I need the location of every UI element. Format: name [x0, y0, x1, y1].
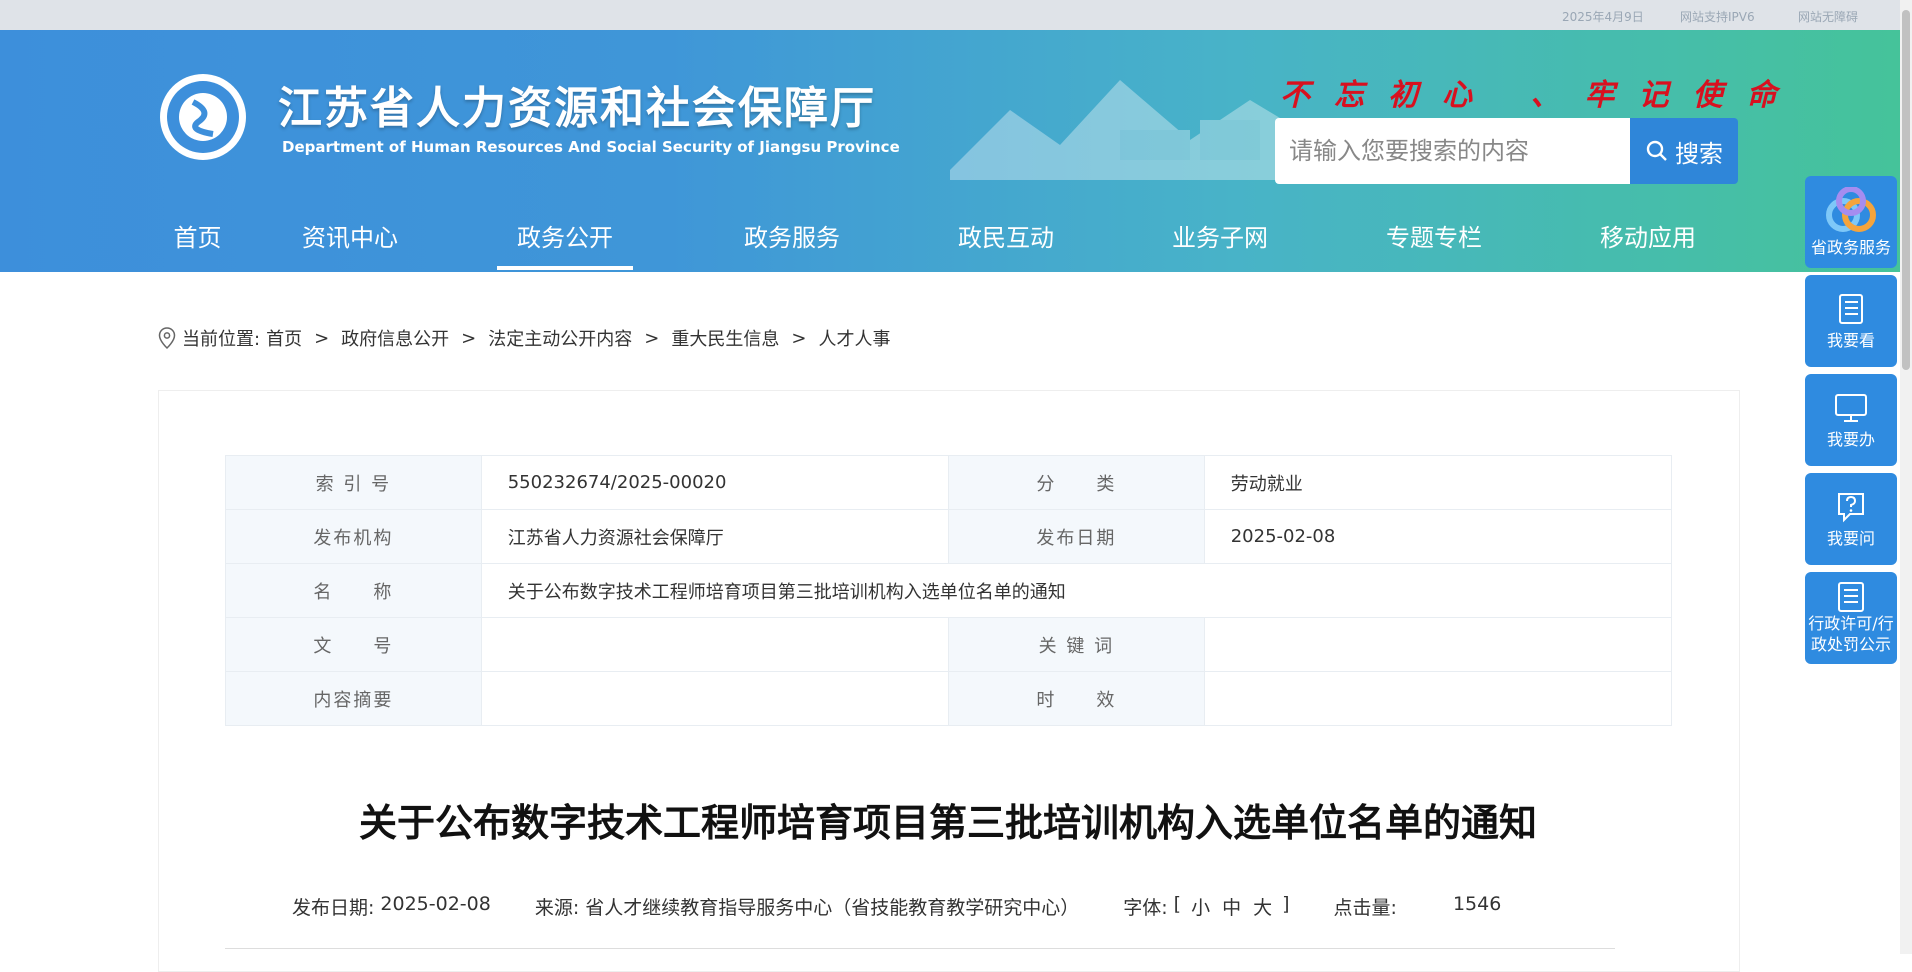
site-subtitle: Department of Human Resources And Social… — [282, 138, 900, 156]
table-row: 名 称 关于公布数字技术工程师培育项目第三批培训机构入选单位名单的通知 — [225, 563, 1673, 618]
page-scrollbar-thumb[interactable] — [1902, 10, 1910, 370]
font-medium-button[interactable]: 中 — [1222, 893, 1241, 920]
slogan: 不忘初心 、牢记使命 — [1280, 78, 1801, 113]
department-logo[interactable] — [158, 72, 248, 162]
article-info: 发布日期: 2025-02-08 来源: 省人才继续教育指导服务中心（省技能教育… — [292, 893, 1501, 920]
breadcrumb-separator: > — [644, 327, 660, 349]
name-value: 关于公布数字技术工程师培育项目第三批培训机构入选单位名单的通知 — [480, 563, 1673, 618]
category-value: 劳动就业 — [1203, 455, 1673, 510]
doc-number-value — [480, 617, 949, 672]
nav-sub-sites[interactable]: 业务子网 — [1113, 198, 1327, 272]
floating-toolbar: 省政务服务 我要看 我要办 我要问 行政许可/行 政处罚公示 — [1805, 176, 1897, 671]
summary-value — [480, 671, 949, 726]
keywords-label: 关 键 词 — [947, 617, 1205, 672]
gov-service-logo-icon — [1826, 186, 1876, 232]
admin-license-label-line1: 行政许可/行 — [1808, 614, 1894, 633]
nav-government-services[interactable]: 政务服务 — [685, 198, 899, 272]
doc-number-label: 文 号 — [225, 617, 482, 672]
ask-label: 我要问 — [1826, 528, 1875, 548]
nav-home[interactable]: 首页 — [140, 198, 255, 272]
nav-interaction[interactable]: 政民互动 — [899, 198, 1113, 272]
gov-service-label: 省政务服务 — [1810, 237, 1891, 257]
article-source-value: 省人才继续教育指导服务中心（省技能教育教学研究中心） — [585, 897, 1080, 919]
font-size-label: 字体: — [1123, 897, 1168, 919]
book-icon — [1839, 293, 1863, 324]
breadcrumb-talent[interactable]: 人才人事 — [818, 325, 890, 351]
keywords-value — [1203, 617, 1673, 672]
views-label: 点击量: — [1333, 897, 1397, 919]
table-row: 索 引 号 550232674/2025-00020 分 类 劳动就业 — [225, 455, 1673, 510]
nav-sub-sites-label: 业务子网 — [1172, 223, 1268, 252]
summary-label: 内容摘要 — [225, 671, 482, 726]
location-pin-icon — [158, 327, 176, 349]
nav-government-affairs[interactable]: 政务公开 — [445, 198, 685, 272]
breadcrumb-separator: > — [461, 327, 477, 349]
main-nav: 首页 资讯中心 政务公开 政务服务 政民互动 业务子网 专题专栏 移动应用 — [140, 198, 1755, 272]
do-button[interactable]: 我要办 — [1805, 374, 1897, 466]
search-button[interactable]: 搜索 — [1630, 118, 1738, 184]
admin-license-penalty-button[interactable]: 行政许可/行 政处罚公示 — [1805, 572, 1897, 664]
nav-mobile-apps-label: 移动应用 — [1600, 223, 1696, 252]
ask-button[interactable]: 我要问 — [1805, 473, 1897, 565]
breadcrumb-gov-info[interactable]: 政府信息公开 — [341, 325, 449, 351]
monitor-icon — [1835, 393, 1867, 422]
validity-value — [1203, 671, 1673, 726]
provincial-gov-service-button[interactable]: 省政务服务 — [1805, 176, 1897, 268]
breadcrumb-livelihood[interactable]: 重大民生信息 — [671, 325, 779, 351]
index-value: 550232674/2025-00020 — [480, 455, 949, 510]
search-button-label: 搜索 — [1675, 139, 1723, 168]
breadcrumb-separator: > — [791, 327, 807, 349]
breadcrumb-statutory[interactable]: 法定主动公开内容 — [488, 325, 632, 351]
breadcrumb-prefix: 当前位置: — [182, 329, 261, 350]
name-label: 名 称 — [225, 563, 482, 618]
publisher-value: 江苏省人力资源社会保障厅 — [480, 509, 949, 564]
document-meta-table: 索 引 号 550232674/2025-00020 分 类 劳动就业 发布机构… — [225, 455, 1673, 726]
views-value: 1546 — [1452, 893, 1502, 915]
breadcrumb-home[interactable]: 首页 — [266, 325, 302, 351]
site-header: 江苏省人力资源和社会保障厅 Department of Human Resour… — [0, 30, 1900, 272]
search-icon — [1646, 140, 1667, 161]
view-label: 我要看 — [1826, 330, 1875, 350]
article-source-label: 来源: — [534, 897, 580, 919]
table-row: 文 号 关 键 词 — [225, 617, 1673, 672]
validity-label: 时 效 — [947, 671, 1205, 726]
index-label: 索 引 号 — [225, 455, 482, 510]
divider — [225, 948, 1615, 949]
admin-license-label-line2: 政处罚公示 — [1810, 635, 1891, 654]
article-title: 关于公布数字技术工程师培育项目第三批培训机构入选单位名单的通知 — [358, 801, 1537, 845]
nav-news-center[interactable]: 资讯中心 — [255, 198, 445, 272]
accessibility-link[interactable]: 网站无障碍 — [1798, 8, 1858, 25]
nav-news-center-label: 资讯中心 — [302, 223, 398, 252]
nav-special-topics-label: 专题专栏 — [1386, 223, 1482, 252]
site-title: 江苏省人力资源和社会保障厅 — [278, 83, 876, 134]
do-label: 我要办 — [1826, 429, 1875, 449]
ipv6-link[interactable]: 网站支持IPV6 — [1680, 8, 1755, 25]
view-button[interactable]: 我要看 — [1805, 275, 1897, 367]
breadcrumb: 当前位置: 首页 > 政府信息公开 > 法定主动公开内容 > 重大民生信息 > … — [158, 325, 890, 351]
top-utility-bar: 2025年4月9日 网站支持IPV6 网站无障碍 — [0, 0, 1900, 30]
breadcrumb-separator: > — [314, 327, 330, 349]
question-chat-icon — [1838, 492, 1864, 522]
current-date: 2025年4月9日 — [1562, 10, 1644, 24]
nav-interaction-label: 政民互动 — [958, 223, 1054, 252]
nav-government-services-label: 政务服务 — [744, 223, 840, 252]
nav-special-topics[interactable]: 专题专栏 — [1327, 198, 1541, 272]
nav-mobile-apps[interactable]: 移动应用 — [1541, 198, 1755, 272]
document-list-icon — [1838, 582, 1864, 612]
table-row: 发布机构 江苏省人力资源社会保障厅 发布日期 2025-02-08 — [225, 509, 1673, 564]
font-size-bracket-close: ] — [1282, 893, 1290, 915]
font-small-button[interactable]: 小 — [1191, 893, 1210, 920]
font-size-bracket-open: [ — [1173, 893, 1182, 915]
font-large-button[interactable]: 大 — [1253, 893, 1272, 920]
category-label: 分 类 — [947, 455, 1205, 510]
article-date-value: 2025-02-08 — [380, 893, 491, 915]
nav-government-affairs-label: 政务公开 — [517, 223, 613, 252]
publish-date-label: 发布日期 — [947, 509, 1205, 564]
article-date-label: 发布日期: — [292, 897, 375, 919]
nav-home-label: 首页 — [173, 223, 222, 252]
table-row: 内容摘要 时 效 — [225, 671, 1673, 726]
publish-date-value: 2025-02-08 — [1203, 509, 1673, 564]
search-input[interactable] — [1275, 118, 1630, 184]
publisher-label: 发布机构 — [225, 509, 482, 564]
